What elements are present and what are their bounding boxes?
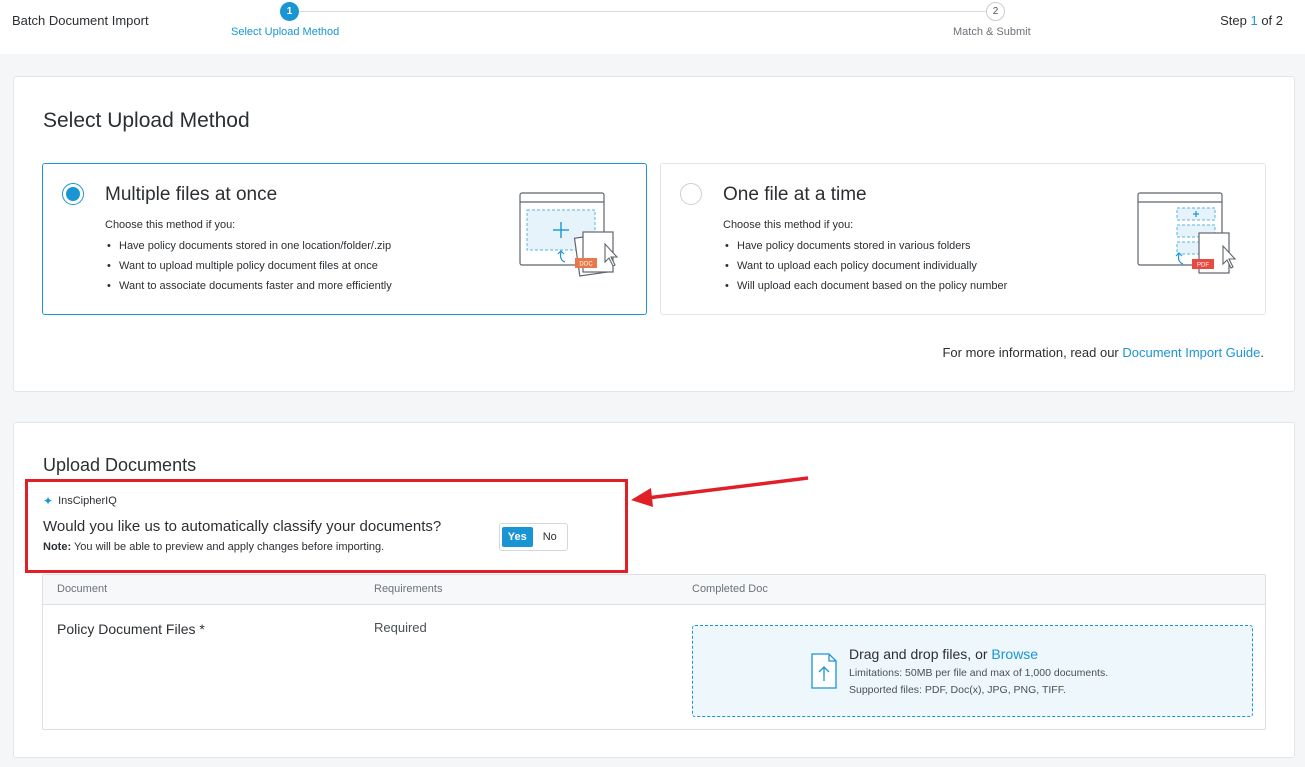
upload-method-card: Select Upload Method Multiple files at o… <box>13 76 1295 392</box>
option-bullet: Have policy documents stored in various … <box>723 238 1007 258</box>
file-dropzone[interactable]: Drag and drop files, or Browse Limitatio… <box>692 625 1253 717</box>
more-info-lead: For more information, read our <box>942 345 1123 360</box>
more-info-text: For more information, read our Document … <box>942 345 1264 360</box>
option-bullet: Have policy documents stored in one loca… <box>105 238 392 258</box>
option-title: One file at a time <box>723 184 867 205</box>
annotation-highlight-box <box>25 479 628 573</box>
column-header-requirements: Requirements <box>374 583 443 595</box>
multiple-files-illustration: DOC <box>519 192 619 277</box>
radio-multiple-files[interactable] <box>62 183 84 205</box>
step-2-indicator: 2 <box>986 2 1005 21</box>
upload-documents-title: Upload Documents <box>43 455 197 475</box>
option-bullet-list: Have policy documents stored in various … <box>723 238 1007 298</box>
option-bullet: Want to upload multiple policy document … <box>105 258 392 278</box>
dropzone-title: Drag and drop files, or Browse <box>849 646 1038 662</box>
step-counter-prefix: Step <box>1220 13 1251 28</box>
document-import-guide-link[interactable]: Document Import Guide <box>1122 345 1260 360</box>
stepper-track <box>298 11 986 12</box>
radio-one-file[interactable] <box>680 183 702 205</box>
file-upload-icon <box>811 653 837 689</box>
top-bar: Batch Document Import 1 Select Upload Me… <box>0 0 1305 54</box>
annotation-arrow-icon <box>631 476 809 507</box>
dropzone-limitations: Limitations: 50MB per file and max of 1,… <box>849 667 1109 679</box>
option-bullet: Want to associate documents faster and m… <box>105 278 392 298</box>
requirement-cell: Required <box>374 620 427 635</box>
option-title: Multiple files at once <box>105 184 278 205</box>
step-counter-current: 1 <box>1250 13 1258 28</box>
dropzone-title-text: Drag and drop files, or <box>849 646 992 662</box>
pdf-badge-text: PDF <box>1197 263 1209 269</box>
app-title: Batch Document Import <box>12 13 149 28</box>
step-counter: Step 1 of 2 <box>1220 13 1283 28</box>
doc-badge-text: DOC <box>579 262 593 268</box>
step-counter-suffix: of 2 <box>1257 13 1283 28</box>
dropzone-supported-files: Supported files: PDF, Doc(x), JPG, PNG, … <box>849 684 1066 696</box>
option-multiple-files[interactable]: Multiple files at once Choose this metho… <box>42 163 647 315</box>
one-file-illustration: PDF <box>1137 192 1237 274</box>
upload-method-title: Select Upload Method <box>43 109 250 132</box>
option-bullet: Want to upload each policy document indi… <box>723 258 1007 278</box>
option-bullet: Will upload each document based on the p… <box>723 278 1007 298</box>
table-header: Document Requirements Completed Doc <box>43 575 1265 605</box>
option-one-file[interactable]: One file at a time Choose this method if… <box>660 163 1266 315</box>
document-name-cell: Policy Document Files * <box>57 621 205 637</box>
more-info-end: . <box>1260 345 1264 360</box>
documents-table: Document Requirements Completed Doc Poli… <box>42 574 1266 730</box>
browse-link[interactable]: Browse <box>991 646 1038 662</box>
column-header-completed-doc: Completed Doc <box>692 583 768 595</box>
step-1-indicator[interactable]: 1 <box>280 2 299 21</box>
option-bullet-list: Have policy documents stored in one loca… <box>105 238 392 298</box>
option-intro: Choose this method if you: <box>723 219 854 231</box>
option-intro: Choose this method if you: <box>105 219 236 231</box>
column-header-document: Document <box>57 583 108 595</box>
step-2-label: Match & Submit <box>953 26 1031 38</box>
step-1-label[interactable]: Select Upload Method <box>231 26 339 38</box>
